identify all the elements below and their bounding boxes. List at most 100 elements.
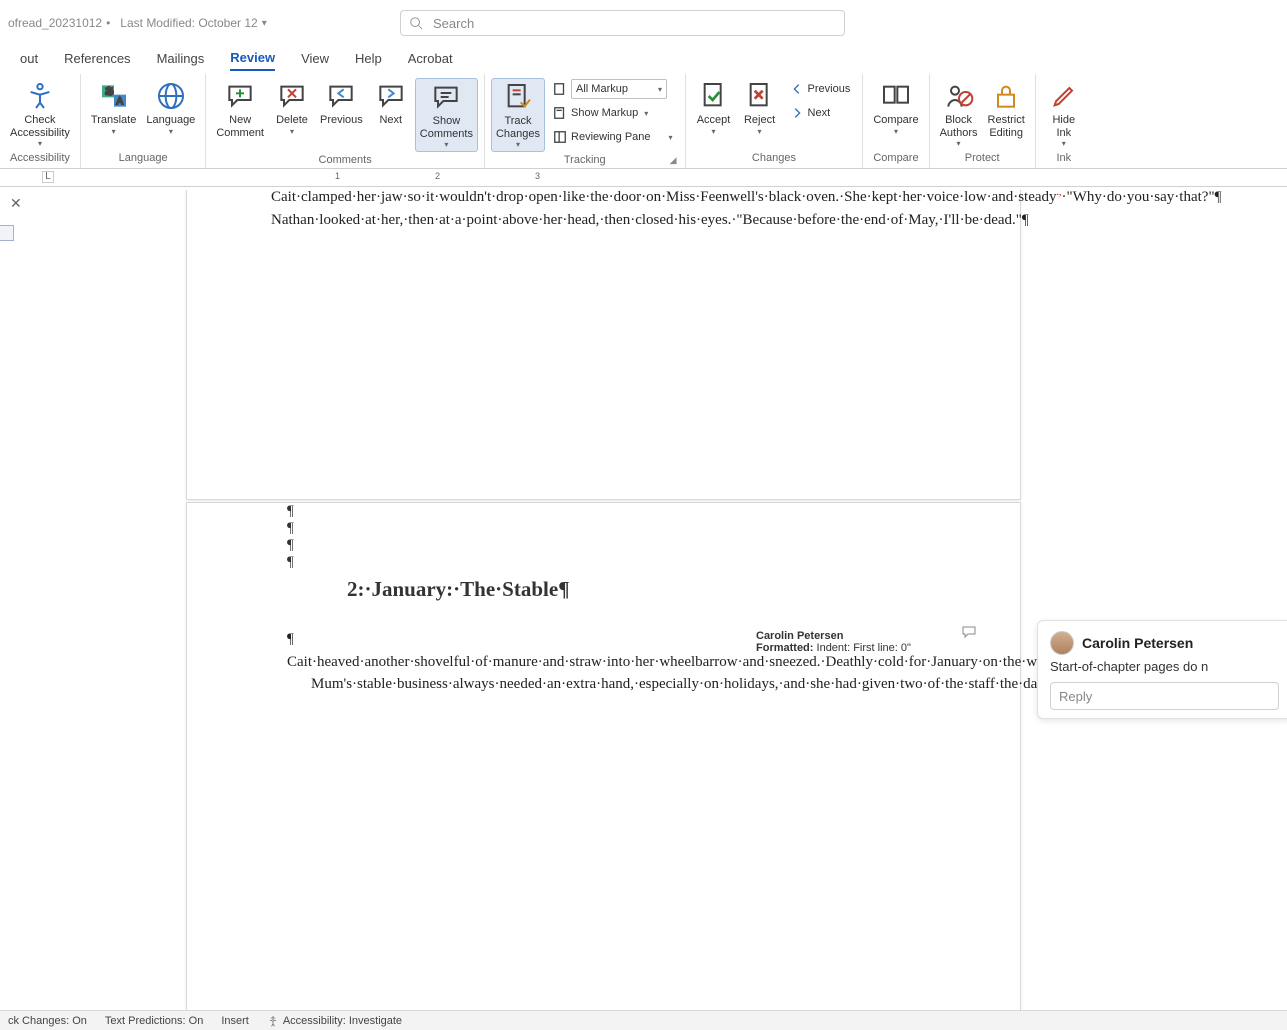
tab-help[interactable]: Help xyxy=(355,51,382,70)
language-button[interactable]: Language ▾ xyxy=(142,78,199,138)
search-box[interactable]: Search xyxy=(400,10,845,36)
lock-icon xyxy=(990,80,1022,112)
group-comments: New Comment Delete ▾ Previous Next Show … xyxy=(206,74,485,168)
chevron-down-icon: ▾ xyxy=(516,140,520,149)
collapsed-pane[interactable] xyxy=(0,225,14,241)
chevron-down-icon: ▾ xyxy=(758,127,762,136)
search-placeholder: Search xyxy=(433,16,474,31)
comment-new-icon xyxy=(224,80,256,112)
delete-comment-button[interactable]: Delete ▾ xyxy=(270,78,314,138)
status-bar: ck Changes: On Text Predictions: On Inse… xyxy=(0,1010,1287,1030)
group-compare: Compare ▾ Compare xyxy=(863,74,929,168)
block-authors-button[interactable]: Block Authors ▾ xyxy=(936,78,982,150)
reject-button[interactable]: Reject ▾ xyxy=(738,78,782,138)
bullet-sep: • xyxy=(106,16,110,30)
accessibility-icon xyxy=(24,80,56,112)
svg-text:あ: あ xyxy=(104,87,113,97)
reviewing-pane-button[interactable]: Reviewing Pane ▾ xyxy=(549,126,677,148)
tab-review[interactable]: Review xyxy=(230,50,275,71)
chevron-down-icon: ▾ xyxy=(1062,139,1066,148)
chevron-down-icon: ▾ xyxy=(957,139,961,148)
document-name: ofread_20231012 xyxy=(8,16,102,30)
chevron-down-icon: ▾ xyxy=(290,127,294,136)
tab-selector[interactable]: L xyxy=(42,171,54,183)
hide-ink-button[interactable]: Hide Ink ▾ xyxy=(1042,78,1086,150)
document-area[interactable]: maybe·I·will·understand·whatever·it·is·t… xyxy=(56,190,1287,1010)
compare-button[interactable]: Compare ▾ xyxy=(869,78,922,138)
comment-body: Start-of-chapter pages do n xyxy=(1050,659,1279,674)
restrict-editing-button[interactable]: Restrict Editing xyxy=(984,78,1029,141)
status-text-predictions[interactable]: Text Predictions: On xyxy=(105,1015,203,1027)
last-modified-label[interactable]: Last Modified: October 12 xyxy=(120,16,257,30)
search-icon xyxy=(409,16,423,30)
markup-icon xyxy=(553,82,567,96)
chevron-down-icon: ▾ xyxy=(658,85,662,94)
document-page[interactable]: ¶ ¶ ¶ ¶ 2:·January:·The·Stable¶ ¶ Cait·h… xyxy=(186,502,1021,1010)
status-insert-mode[interactable]: Insert xyxy=(221,1015,249,1027)
status-track-changes[interactable]: ck Changes: On xyxy=(8,1015,87,1027)
show-markup-button[interactable]: Show Markup ▾ xyxy=(549,102,677,124)
compare-icon xyxy=(880,80,912,112)
chapter-heading[interactable]: 2:·January:·The·Stable¶ xyxy=(187,577,1020,602)
tracked-change-balloon[interactable]: Carolin Petersen Formatted: Indent: Firs… xyxy=(756,630,911,654)
group-accessibility: Check Accessibility ▾ Accessibility xyxy=(0,74,81,168)
check-accessibility-button[interactable]: Check Accessibility ▾ xyxy=(6,78,74,150)
comment-previous-icon xyxy=(325,80,357,112)
group-ink: Hide Ink ▾ Ink xyxy=(1036,74,1092,168)
next-change-button[interactable]: Next xyxy=(786,102,855,124)
track-changes-icon xyxy=(502,81,534,113)
chevron-down-icon: ▾ xyxy=(112,127,116,136)
dialog-launcher-icon[interactable]: ◢ xyxy=(670,155,677,166)
comment-show-icon xyxy=(430,81,462,113)
ribbon-tabs: out References Mailings Review View Help… xyxy=(0,46,1287,74)
accept-button[interactable]: Accept ▾ xyxy=(692,78,736,138)
title-bar: ofread_20231012 • Last Modified: October… xyxy=(0,0,1287,46)
tab-mailings[interactable]: Mailings xyxy=(157,51,205,70)
chevron-down-icon: ▾ xyxy=(894,127,898,136)
show-markup-icon xyxy=(553,106,567,120)
group-tracking: Track Changes ▾ All Markup▾ Show Markup … xyxy=(485,74,686,168)
new-comment-button[interactable]: New Comment xyxy=(212,78,268,141)
comment-next-icon xyxy=(375,80,407,112)
status-accessibility[interactable]: Accessibility: Investigate xyxy=(267,1015,402,1027)
paragraph-mark: ¶ xyxy=(187,537,1020,554)
ruler[interactable]: L 1 2 3 xyxy=(0,169,1287,187)
group-language: あA Translate ▾ Language ▾ Language xyxy=(81,74,206,168)
arrow-left-icon xyxy=(790,82,804,96)
pen-icon xyxy=(1048,80,1080,112)
chevron-down-icon: ▾ xyxy=(669,133,673,142)
block-authors-icon xyxy=(943,80,975,112)
ribbon: Check Accessibility ▾ Accessibility あA T… xyxy=(0,74,1287,169)
group-protect: Block Authors ▾ Restrict Editing Protect xyxy=(930,74,1036,168)
chevron-down-icon[interactable]: ▾ xyxy=(262,18,267,29)
tab-references[interactable]: References xyxy=(64,51,130,70)
markup-display-select[interactable]: All Markup▾ xyxy=(549,78,677,100)
tab-view[interactable]: View xyxy=(301,51,329,70)
track-changes-button[interactable]: Track Changes ▾ xyxy=(491,78,545,152)
close-pane-icon[interactable]: ✕ xyxy=(10,195,22,212)
tab-layout[interactable]: out xyxy=(20,51,38,70)
comment-author: Carolin Petersen xyxy=(1082,635,1193,651)
chevron-down-icon: ▾ xyxy=(169,127,173,136)
avatar xyxy=(1050,631,1074,655)
comment-card[interactable]: Carolin Petersen Start-of-chapter pages … xyxy=(1037,620,1287,719)
globe-icon xyxy=(155,80,187,112)
previous-comment-button[interactable]: Previous xyxy=(316,78,367,129)
chevron-down-icon: ▾ xyxy=(712,127,716,136)
document-page[interactable]: maybe·I·will·understand·whatever·it·is·t… xyxy=(186,190,1021,500)
next-comment-button[interactable]: Next xyxy=(369,78,413,129)
arrow-right-icon xyxy=(790,106,804,120)
paragraph-mark: ¶ xyxy=(187,520,1020,537)
chevron-down-icon: ▾ xyxy=(444,140,448,149)
comment-reply-input[interactable]: Reply xyxy=(1050,682,1279,710)
reject-icon xyxy=(744,80,776,112)
translate-button[interactable]: あA Translate ▾ xyxy=(87,78,140,138)
reviewing-pane-icon xyxy=(553,130,567,144)
comment-anchor-icon[interactable] xyxy=(961,625,977,642)
translate-icon: あA xyxy=(98,80,130,112)
accept-icon xyxy=(698,80,730,112)
previous-change-button[interactable]: Previous xyxy=(786,78,855,100)
tab-acrobat[interactable]: Acrobat xyxy=(408,51,453,70)
accessibility-status-icon xyxy=(267,1015,279,1027)
show-comments-button[interactable]: Show Comments ▾ xyxy=(415,78,478,152)
